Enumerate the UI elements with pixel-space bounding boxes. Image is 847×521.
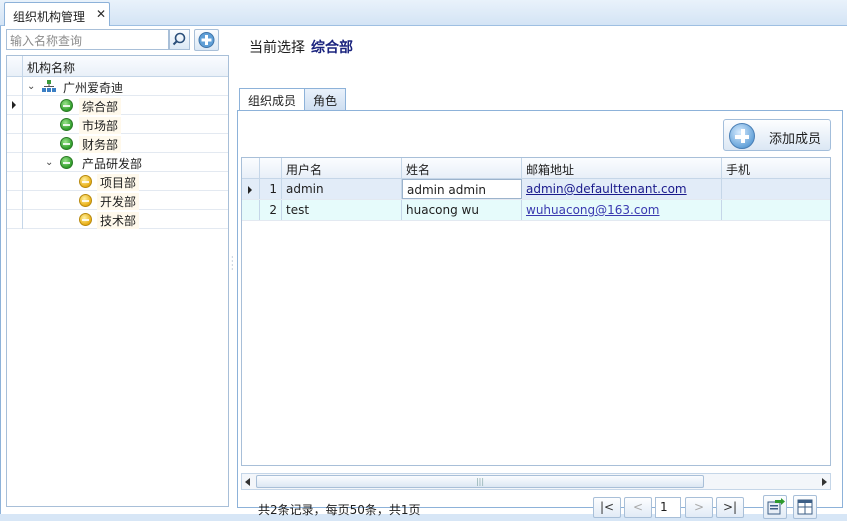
search-button[interactable]	[169, 29, 190, 50]
tree-node-label: 技术部	[97, 212, 140, 229]
org-tree: 机构名称 ⌄ 广州爱奇迪 综合部 市场部 财务部 ⌄ 产品研发部 项目部 开发部…	[6, 55, 229, 507]
cell-phone[interactable]	[722, 179, 830, 199]
tree-node-label: 综合部	[79, 98, 122, 115]
tree-header-indicator	[7, 56, 23, 76]
tree-column-title: 机构名称	[27, 61, 76, 75]
row-indicator	[7, 210, 23, 229]
row-indicator	[7, 115, 23, 134]
add-org-button[interactable]	[194, 29, 219, 51]
cell-name[interactable]: huacong wu	[402, 200, 522, 220]
add-icon	[729, 123, 755, 149]
current-selection-prefix: 当前选择	[249, 40, 305, 56]
current-selection: 当前选择 综合部	[249, 37, 353, 57]
horizontal-scrollbar[interactable]: |||	[241, 473, 831, 490]
close-icon[interactable]: ✕	[96, 7, 106, 21]
org-chart-icon	[42, 80, 56, 92]
cell-email-link[interactable]: wuhuacong@163.com	[522, 200, 722, 220]
next-page-button[interactable]: >	[685, 497, 713, 518]
cell-email-link[interactable]: admin@defaulttenant.com	[522, 179, 722, 199]
row-indicator	[7, 77, 23, 96]
yellow-status-icon	[79, 213, 92, 226]
chevron-down-icon[interactable]: ⌄	[27, 81, 35, 92]
last-page-button[interactable]: >|	[716, 497, 744, 518]
green-status-icon	[60, 156, 73, 169]
green-status-icon	[60, 118, 73, 131]
tree-node-label: 项目部	[97, 174, 140, 191]
cell-username[interactable]: test	[282, 200, 402, 220]
tab-members[interactable]: 组织成员	[239, 88, 306, 111]
header-row-number	[260, 158, 282, 178]
header-indicator	[242, 158, 260, 178]
table-export-icon	[797, 499, 813, 515]
row-indicator	[7, 134, 23, 153]
yellow-status-icon	[79, 194, 92, 207]
search-icon	[172, 32, 186, 46]
column-header-username[interactable]: 用户名	[282, 158, 402, 178]
current-selection-value: 综合部	[311, 40, 353, 56]
tab-roles[interactable]: 角色	[304, 88, 347, 110]
org-tree-panel: 输入名称查询 机构名称 ⌄ 广州爱奇迪 综合部 市场部 财务部 ⌄ 产品研发部 …	[6, 29, 229, 507]
row-indicator	[242, 200, 260, 220]
grid-header: 用户名 姓名 邮箱地址 手机	[242, 158, 830, 179]
tree-node[interactable]: 财务部	[7, 134, 228, 153]
pager-summary: 共2条记录，每页50条，共1页	[258, 503, 421, 517]
cell-username[interactable]: admin	[282, 179, 402, 199]
scroll-right-icon[interactable]	[822, 478, 827, 486]
search-input[interactable]: 输入名称查询	[6, 29, 169, 50]
tree-node[interactable]: ⌄ 广州爱奇迪	[7, 77, 228, 96]
main-frame: 输入名称查询 机构名称 ⌄ 广州爱奇迪 综合部 市场部 财务部 ⌄ 产品研发部 …	[0, 26, 847, 519]
table-row[interactable]: 1 admin admin admin admin@defaulttenant.…	[242, 179, 830, 200]
document-tab-strip: 组织机构管理 ✕	[0, 0, 847, 27]
row-number: 1	[260, 179, 282, 199]
page-number-input[interactable]: 1	[655, 497, 681, 518]
row-indicator	[7, 172, 23, 191]
row-indicator	[242, 179, 260, 199]
members-panel: 添加成员 用户名 姓名 邮箱地址 手机 1 admin admin admin …	[237, 110, 843, 519]
doc-tab-org-management[interactable]: 组织机构管理 ✕	[4, 2, 110, 27]
first-page-button[interactable]: |<	[593, 497, 621, 518]
tree-node-label: 产品研发部	[82, 157, 143, 171]
cell-phone[interactable]	[722, 200, 830, 220]
chevron-down-icon[interactable]: ⌄	[45, 157, 53, 168]
row-pointer-icon	[12, 101, 16, 109]
tree-node[interactable]: 市场部	[7, 115, 228, 134]
row-indicator	[7, 153, 23, 172]
row-number: 2	[260, 200, 282, 220]
table-row[interactable]: 2 test huacong wu wuhuacong@163.com	[242, 200, 830, 221]
tree-node[interactable]: 项目部	[7, 172, 228, 191]
scroll-left-icon[interactable]	[245, 478, 250, 486]
row-indicator	[7, 191, 23, 210]
cell-name[interactable]: admin admin	[402, 179, 522, 199]
members-grid: 用户名 姓名 邮箱地址 手机 1 admin admin admin admin…	[241, 157, 831, 466]
prev-page-button[interactable]: <	[624, 497, 652, 518]
scrollbar-thumb[interactable]: |||	[256, 475, 704, 488]
green-status-icon	[60, 137, 73, 150]
print-table-button[interactable]	[793, 495, 817, 519]
tree-node[interactable]: ⌄ 产品研发部	[7, 153, 228, 172]
tree-node-label: 开发部	[97, 193, 140, 210]
doc-tab-label: 组织机构管理	[13, 10, 86, 24]
tree-node[interactable]: 技术部	[7, 210, 228, 229]
yellow-status-icon	[79, 175, 92, 188]
export-button[interactable]	[763, 495, 787, 519]
row-indicator	[7, 96, 23, 115]
tree-node-label: 市场部	[79, 117, 122, 134]
export-icon	[767, 498, 785, 515]
panel-splitter[interactable]: · · · ·	[231, 254, 234, 274]
column-header-email[interactable]: 邮箱地址	[522, 158, 722, 178]
add-icon	[198, 32, 215, 48]
tree-header: 机构名称	[7, 56, 228, 77]
add-member-button[interactable]: 添加成员	[723, 119, 831, 151]
column-header-phone[interactable]: 手机	[722, 158, 830, 178]
row-pointer-icon	[248, 186, 252, 194]
green-status-icon	[60, 99, 73, 112]
tree-node-label: 财务部	[79, 136, 122, 153]
column-header-name[interactable]: 姓名	[402, 158, 522, 178]
tree-node-selected[interactable]: 综合部	[7, 96, 228, 115]
add-member-label: 添加成员	[769, 132, 822, 147]
tree-node[interactable]: 开发部	[7, 191, 228, 210]
tree-node-label: 广州爱奇迪	[63, 81, 124, 95]
